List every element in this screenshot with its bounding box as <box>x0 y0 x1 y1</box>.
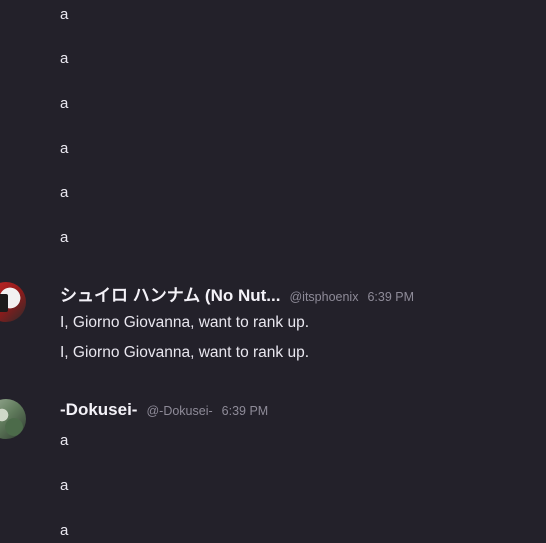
timestamp: 6:39 PM <box>221 404 269 418</box>
username[interactable]: シュイロ ハンナム (No Nut... <box>60 281 280 306</box>
message-line: a <box>60 184 69 201</box>
user-handle: @itsphoenix <box>289 290 359 304</box>
user-handle: @-Dokusei- <box>146 404 213 418</box>
message-line: a <box>60 522 69 539</box>
message-line: a <box>60 6 69 23</box>
message-line: a <box>60 229 69 246</box>
username[interactable]: -Dokusei- <box>60 400 137 420</box>
avatar[interactable] <box>0 399 26 439</box>
message-header: -Dokusei- @-Dokusei- 6:39 PM <box>60 400 268 420</box>
avatar[interactable] <box>0 282 26 322</box>
timestamp: 6:39 PM <box>367 290 415 304</box>
message-line: a <box>60 477 69 494</box>
avatar-figure <box>0 294 8 312</box>
message-line: a <box>60 432 69 449</box>
message-text: I, Giorno Giovanna, want to rank up. <box>60 314 309 331</box>
message-header: シュイロ ハンナム (No Nut... @itsphoenix 6:39 PM <box>60 281 414 306</box>
chat-feed: a a a a a a シュイロ ハンナム (No Nut... @itspho… <box>0 0 546 543</box>
message-line: a <box>60 95 69 112</box>
message-text: I, Giorno Giovanna, want to rank up. <box>60 344 309 361</box>
message-line: a <box>60 50 69 67</box>
message-line: a <box>60 140 69 157</box>
